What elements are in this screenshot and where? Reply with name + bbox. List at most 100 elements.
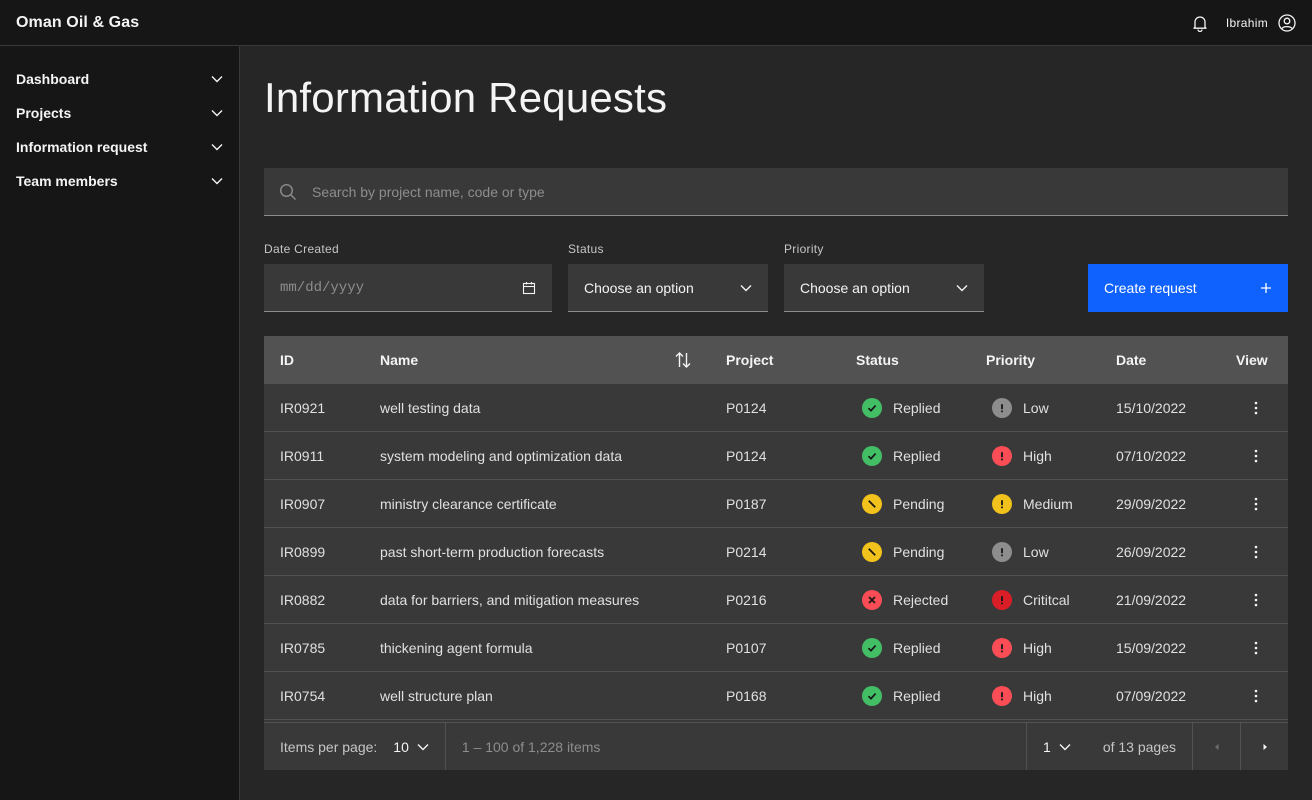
chevron-down-icon: [417, 743, 429, 750]
previous-page-button[interactable]: [1192, 723, 1240, 770]
cell-id: IR0921: [280, 400, 326, 416]
search-input[interactable]: [312, 168, 1288, 215]
sidebar-item-information-request[interactable]: Information request: [0, 130, 239, 164]
cell-priority: Medium: [992, 480, 1073, 528]
brand-name[interactable]: Oman Oil & Gas: [16, 14, 139, 32]
status-text: Replied: [893, 400, 941, 416]
pagination: Items per page: 10 1 – 100 of 1,228 item…: [264, 722, 1288, 770]
checkmark-icon: [862, 686, 882, 706]
sidebar: Dashboard Projects Information request T…: [0, 46, 240, 800]
table-row[interactable]: IR0907 ministry clearance certificate P018…: [264, 480, 1288, 528]
search-icon: [264, 183, 312, 201]
sidebar-item-label: Information request: [16, 139, 148, 155]
items-per-page-select[interactable]: 10: [393, 739, 429, 755]
status-filter: Status Choose an option: [568, 242, 768, 312]
status-select[interactable]: Choose an option: [568, 264, 768, 312]
table-body: IR0921 well testing data P0124 Replied Low 15…: [264, 384, 1288, 768]
header-status[interactable]: Status: [856, 336, 899, 384]
cell-priority: High: [992, 672, 1052, 720]
warning-icon: [992, 494, 1012, 514]
warning-icon: [992, 398, 1012, 418]
cell-status: Pending: [862, 528, 944, 576]
user-menu[interactable]: Ibrahim: [1226, 0, 1312, 46]
pending-icon: [862, 542, 882, 562]
header-date[interactable]: Date: [1116, 336, 1146, 384]
header-id[interactable]: ID: [280, 336, 294, 384]
date-input[interactable]: mm/dd/yyyy: [264, 264, 552, 312]
cell-priority: High: [992, 624, 1052, 672]
cell-id: IR0785: [280, 640, 326, 656]
cell-id: IR0899: [280, 544, 326, 560]
sidebar-item-team-members[interactable]: Team members: [0, 164, 239, 198]
priority-text: High: [1023, 448, 1052, 464]
top-header: Oman Oil & Gas Ibrahim: [0, 0, 1312, 46]
chevron-down-icon: [211, 178, 223, 185]
table-row[interactable]: IR0754 well structure plan P0168 Replied Hig…: [264, 672, 1288, 720]
sidebar-item-projects[interactable]: Projects: [0, 96, 239, 130]
table-row[interactable]: IR0921 well testing data P0124 Replied Low 15…: [264, 384, 1288, 432]
cell-date: 15/10/2022: [1116, 400, 1187, 416]
cell-status: Replied: [862, 432, 940, 480]
warning-icon: [992, 590, 1012, 610]
overflow-menu-icon[interactable]: [1246, 672, 1266, 720]
items-per-page-value: 10: [393, 738, 409, 755]
overflow-menu-icon[interactable]: [1246, 576, 1266, 624]
chevron-down-icon: [956, 284, 968, 291]
header-name[interactable]: Name: [380, 336, 418, 384]
bell-icon: [1193, 16, 1207, 32]
sidebar-item-label: Team members: [16, 173, 118, 189]
cell-project: P0168: [726, 688, 767, 704]
header-project[interactable]: Project: [726, 336, 773, 384]
header-priority[interactable]: Priority: [986, 336, 1035, 384]
calendar-icon[interactable]: [522, 281, 536, 295]
chevron-down-icon: [211, 144, 223, 151]
sidebar-item-label: Projects: [16, 105, 72, 121]
status-text: Pending: [893, 496, 945, 512]
sort-arrows-icon[interactable]: [674, 336, 692, 384]
cell-project: P0214: [726, 544, 767, 560]
table-row[interactable]: IR0785 thickening agent formula P0107 Repli…: [264, 624, 1288, 672]
overflow-menu-icon[interactable]: [1246, 432, 1266, 480]
create-request-button[interactable]: Create request: [1088, 264, 1288, 312]
cell-status: Replied: [862, 624, 940, 672]
page-value: 1: [1043, 738, 1051, 755]
table-row[interactable]: IR0882 data for barriers, and mitigation …: [264, 576, 1288, 624]
priority-text: Low: [1023, 400, 1049, 416]
items-per-page-label: Items per page:: [280, 738, 378, 755]
overflow-menu-icon[interactable]: [1246, 528, 1266, 576]
caret-right-icon: [1263, 743, 1267, 750]
overflow-menu-icon[interactable]: [1246, 480, 1266, 528]
table-row[interactable]: IR0911 system modeling and optimization d…: [264, 432, 1288, 480]
next-page-button[interactable]: [1240, 723, 1288, 770]
notification-button[interactable]: [1176, 0, 1224, 46]
table-row[interactable]: IR0899 past short-term production forecas…: [264, 528, 1288, 576]
checkmark-icon: [862, 446, 882, 466]
search-bar: [264, 168, 1288, 216]
header-actions: Ibrahim: [1176, 0, 1312, 46]
items-per-page: Items per page: 10: [264, 723, 446, 770]
warning-icon: [992, 686, 1012, 706]
cell-id: IR0754: [280, 688, 326, 704]
cell-id: IR0911: [280, 448, 325, 464]
cell-priority: Low: [992, 528, 1049, 576]
cell-priority: High: [992, 432, 1052, 480]
overflow-menu-icon[interactable]: [1246, 384, 1266, 432]
requests-table: ID Name Project Status Priority Date Vie…: [264, 336, 1288, 768]
cell-date: 07/10/2022: [1116, 448, 1187, 464]
status-text: Pending: [893, 544, 945, 560]
caret-left-icon: [1214, 743, 1218, 750]
close-icon: [862, 590, 882, 610]
cell-status: Pending: [862, 480, 944, 528]
priority-select[interactable]: Choose an option: [784, 264, 984, 312]
cell-date: 29/09/2022: [1116, 496, 1187, 512]
status-text: Rejected: [893, 592, 949, 608]
overflow-menu-icon[interactable]: [1246, 624, 1266, 672]
sidebar-item-dashboard[interactable]: Dashboard: [0, 62, 239, 96]
chevron-down-icon: [740, 284, 752, 291]
cell-project: P0107: [726, 640, 767, 656]
priority-text: Low: [1023, 544, 1049, 560]
page-select[interactable]: 1: [1026, 723, 1087, 770]
warning-icon: [992, 542, 1012, 562]
status-select-value: Choose an option: [584, 279, 694, 296]
priority-text: High: [1023, 640, 1052, 656]
